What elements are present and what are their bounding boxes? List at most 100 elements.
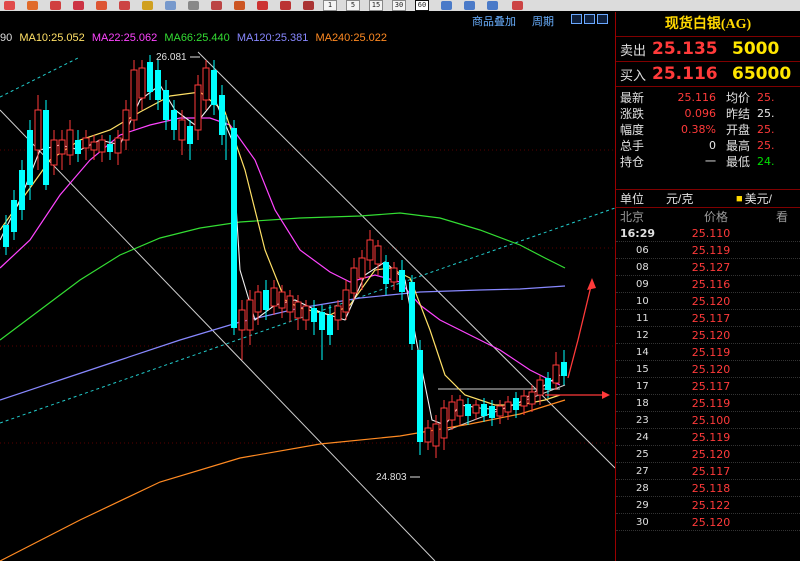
ma-legend: 90 MA10:25.052 MA22:25.062 MA66:25.440 M… (0, 31, 391, 45)
star-icon[interactable] (142, 1, 153, 10)
tick-price: 25.110 (691, 226, 731, 240)
sell-price: 25.135 (652, 39, 718, 59)
candle (520, 395, 528, 407)
candle (130, 69, 138, 121)
tick-time: 08 (636, 261, 649, 273)
print-icon[interactable] (512, 1, 523, 10)
tick-row: 15 25.120 (616, 361, 800, 378)
candle (147, 62, 153, 92)
tick-price: 25.119 (691, 243, 731, 257)
stat-value: 25. (757, 91, 775, 104)
overlay-button[interactable]: 商品叠加 (472, 13, 516, 29)
candlestick-chart[interactable]: 26.081 24.803 (0, 46, 615, 561)
candle (552, 364, 560, 384)
period-button[interactable]: 周期 (532, 13, 554, 29)
tick-time: 27 (636, 465, 649, 477)
candle (254, 291, 262, 313)
stat-label: 幅度 (620, 123, 645, 137)
stat-label: 最低 (726, 155, 751, 169)
sell-label: 卖出 (620, 42, 647, 58)
candle (448, 401, 456, 421)
stat-value: 0.38% (681, 123, 716, 136)
up-arrow-line (567, 281, 593, 379)
candle (432, 423, 440, 447)
candle (43, 110, 49, 185)
pen-tool-icon[interactable] (27, 1, 38, 10)
candle (211, 70, 217, 105)
layout-icon[interactable] (464, 1, 475, 10)
candle (424, 427, 432, 443)
zoom-icon[interactable] (441, 1, 452, 10)
candle (504, 401, 512, 413)
buy-row: 买入 25.116 65000 (616, 62, 800, 87)
candle (114, 137, 122, 154)
stat-label: 总手 (620, 139, 645, 153)
candle (417, 350, 423, 442)
candle (327, 315, 333, 335)
prev-icon[interactable] (571, 14, 582, 24)
draw-tool-icon[interactable] (4, 1, 15, 10)
stat-row: 涨跌 0.096 昨结 25. (616, 106, 800, 122)
checkbox-icon[interactable]: ■ (736, 193, 743, 205)
candle (263, 290, 269, 310)
next-icon[interactable] (584, 14, 595, 24)
unit-value[interactable]: 元/克 (666, 190, 736, 207)
candle (194, 84, 202, 131)
stat-value: 一 (705, 155, 716, 168)
grid-icon[interactable] (119, 1, 130, 10)
candle (390, 267, 398, 283)
news-icon[interactable] (165, 1, 176, 10)
timeframe-15-button[interactable]: 15 (369, 0, 383, 11)
tick-row: 30 25.120 (616, 514, 800, 531)
candle (122, 109, 130, 141)
stats-table: 最新 25.116 均价 25. 涨跌 0.096 昨结 25. 幅度 0.38… (616, 87, 800, 190)
candle (440, 407, 448, 439)
tick-list[interactable]: 16:29 25.110 06 25.119 08 25.127 09 25.116 10 25.… (616, 225, 800, 531)
candle (50, 139, 58, 166)
line-tool-icon[interactable] (50, 1, 61, 10)
candle (350, 267, 358, 294)
timeframe-30-button[interactable]: 30 (392, 0, 406, 11)
timeframe-1-button[interactable]: 1 (323, 0, 337, 11)
tick-time: 12 (636, 329, 649, 341)
tick-row: 12 25.120 (616, 327, 800, 344)
stat-value: 24. (757, 155, 775, 168)
expand-icon[interactable] (597, 14, 608, 24)
candle (202, 67, 210, 101)
instrument-title: 现货白银(AG) (616, 12, 800, 37)
low-price-label: 24.803 (376, 472, 407, 483)
tick-price: 25.120 (691, 447, 731, 461)
stat-label: 均价 (726, 91, 751, 105)
window-icon[interactable] (257, 1, 268, 10)
tick-time: 18 (636, 397, 649, 409)
tick-row: 24 25.119 (616, 429, 800, 446)
candle (334, 305, 342, 321)
month-icon[interactable] (280, 1, 291, 10)
timeframe-5-button[interactable]: 5 (346, 0, 360, 11)
flat-arrow-head (602, 391, 610, 399)
candle (231, 128, 237, 328)
unit-alt-value[interactable]: 美元/ (745, 190, 772, 207)
table-icon[interactable] (188, 1, 199, 10)
list-icon[interactable] (211, 1, 222, 10)
calendar-alt-icon[interactable] (234, 1, 245, 10)
tick-time: 15 (636, 363, 649, 375)
candle (11, 200, 17, 232)
chart-tool-icon[interactable] (73, 1, 84, 10)
candle (90, 141, 98, 151)
window-split-icon[interactable] (487, 1, 498, 10)
tick-time: 11 (636, 312, 649, 324)
tick-price: 25.122 (691, 498, 731, 512)
tick-row: 18 25.119 (616, 395, 800, 412)
calendar-icon[interactable] (96, 1, 107, 10)
quarter-icon[interactable] (303, 1, 314, 10)
tick-row: 28 25.118 (616, 480, 800, 497)
ma240-line (0, 399, 566, 561)
timeframe-60-button[interactable]: 60 (415, 0, 429, 11)
tick-price: 25.118 (691, 481, 731, 495)
ma5-line (0, 84, 561, 426)
unit-label: 单位 (620, 192, 645, 206)
tick-time: 30 (636, 516, 649, 528)
buy-label: 买入 (620, 67, 647, 83)
stat-value: 25. (757, 107, 775, 120)
